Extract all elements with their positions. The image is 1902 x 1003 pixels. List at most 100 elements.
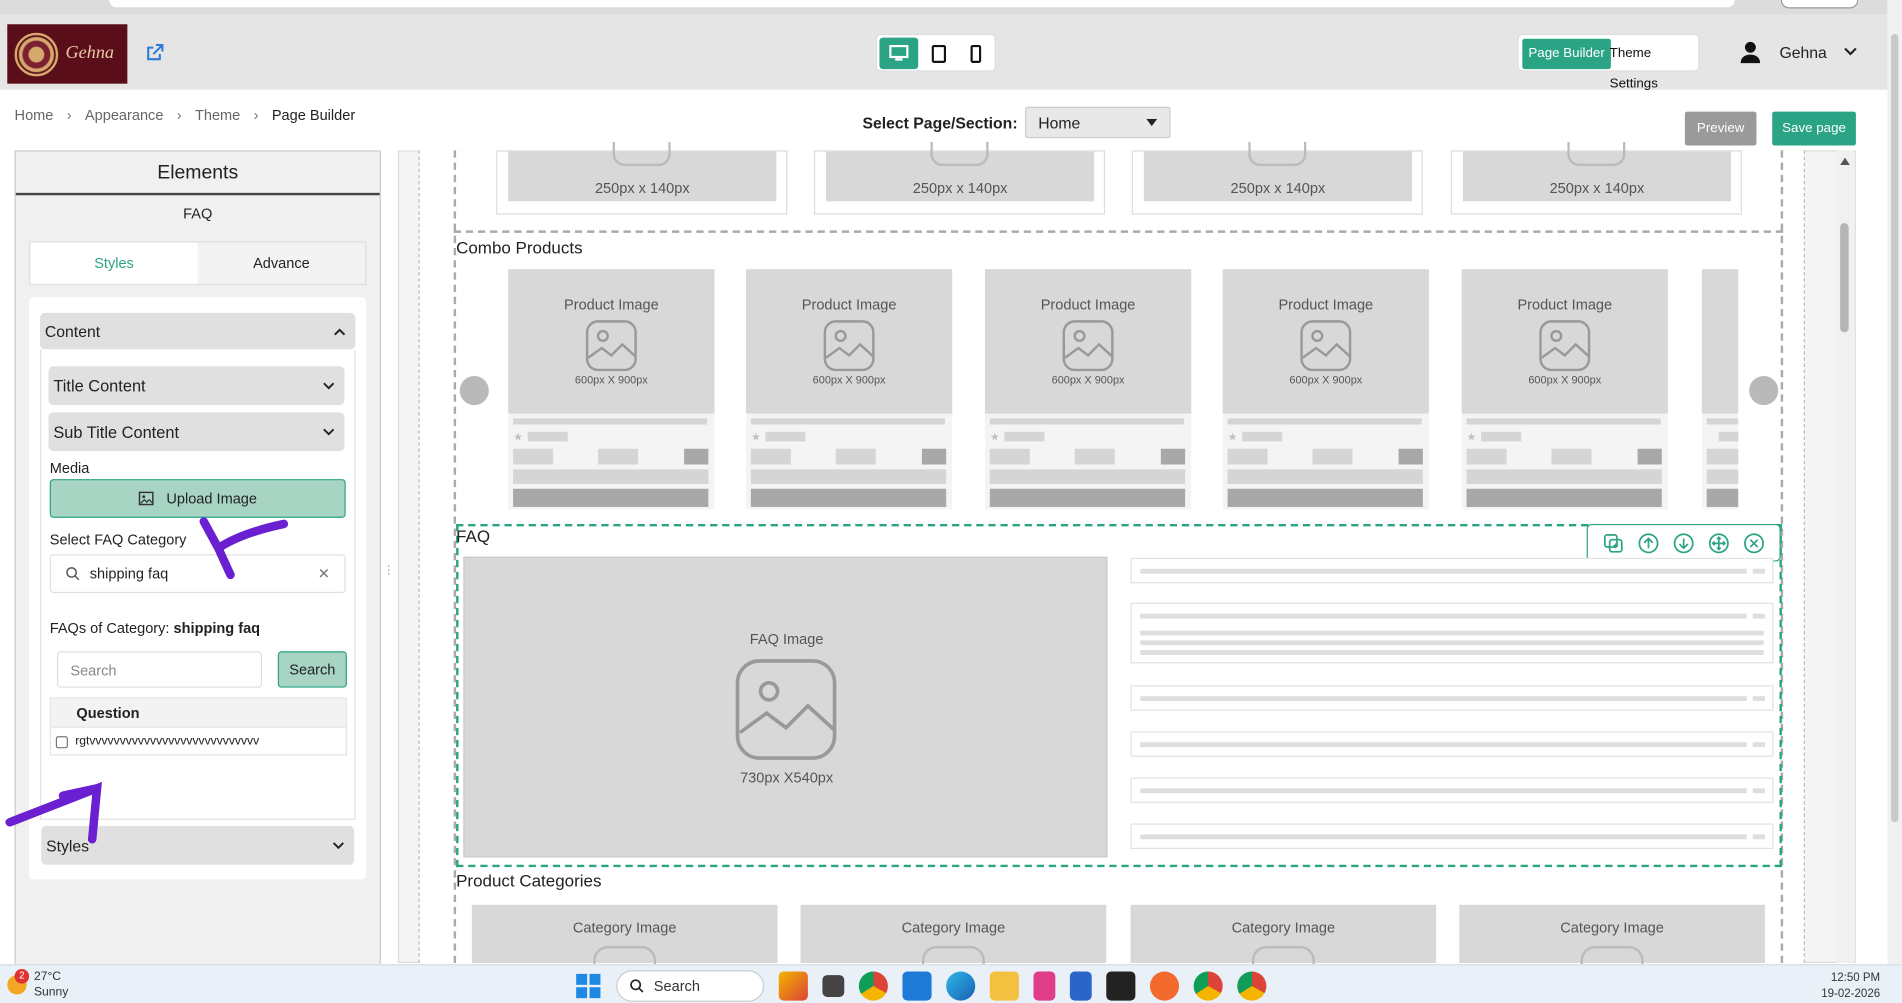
carousel-prev-button[interactable]	[459, 375, 489, 406]
vscode-icon[interactable]	[902, 971, 932, 1001]
mobile-icon	[969, 44, 981, 63]
breadcrumb-theme[interactable]: Theme	[195, 107, 240, 124]
widgets-icon[interactable]	[778, 971, 808, 1001]
product-card[interactable]: Product Image 600px X 900px ★	[1222, 269, 1429, 510]
banner-size-label: 250px x 140px	[594, 179, 690, 197]
faq-item-placeholder[interactable]	[1130, 823, 1774, 849]
skeleton-line	[1004, 431, 1045, 442]
windows-start-icon[interactable]	[575, 973, 602, 1000]
window-scrollbar[interactable]	[1887, 0, 1902, 965]
weather-widget[interactable]: 2 27°C Sunny	[7, 969, 68, 1001]
skeleton-button	[989, 488, 1186, 507]
skeleton-line	[750, 469, 947, 484]
tab-advance[interactable]: Advance	[198, 243, 365, 284]
drag-move-icon[interactable]	[1708, 532, 1730, 554]
product-card-partial	[1701, 269, 1739, 510]
faq-item-placeholder[interactable]	[1130, 557, 1774, 584]
question-text: rgtvvvvvvvvvvvvvvvvvvvvvvvvvvvv	[75, 734, 260, 749]
edge-icon[interactable]	[946, 971, 976, 1001]
mobile-view-button[interactable]	[956, 38, 995, 70]
chrome-icon[interactable]	[1193, 971, 1223, 1001]
chevron-down-icon	[1146, 118, 1158, 127]
preview-button[interactable]: Preview	[1684, 111, 1757, 146]
notepad-icon[interactable]	[1069, 971, 1092, 1001]
sub-title-content-accordion[interactable]: Sub Title Content	[48, 412, 345, 452]
clock-time: 12:50 PM	[1830, 971, 1881, 985]
skeleton-line	[989, 469, 1186, 484]
content-accordion[interactable]: Content	[40, 312, 356, 350]
file-explorer-icon[interactable]	[989, 971, 1019, 1001]
task-view-icon[interactable]	[822, 975, 845, 997]
page-select-dropdown[interactable]: Home	[1024, 106, 1171, 139]
brand-logo[interactable]: Gehna	[7, 24, 128, 84]
external-link-icon[interactable]	[144, 42, 165, 63]
terminal-icon[interactable]	[1106, 971, 1136, 1001]
system-clock[interactable]: 12:50 PM 19-02-2026	[1821, 970, 1880, 1002]
category-image-placeholder[interactable]: Category Image	[471, 904, 778, 971]
duplicate-icon[interactable]	[1602, 532, 1624, 554]
builder-mode-switcher: Page Builder Theme Settings	[1517, 33, 1700, 91]
clear-icon[interactable]: ✕	[318, 565, 330, 582]
canvas-scrollbar[interactable]	[1836, 150, 1854, 963]
image-icon	[1062, 320, 1114, 372]
chevron-up-icon	[334, 327, 346, 335]
desktop-view-button[interactable]	[879, 37, 919, 70]
skeleton-line	[835, 448, 876, 465]
theme-settings-button[interactable]: Theme Settings	[1610, 39, 1699, 91]
breadcrumb: Home › Appearance › Theme › Page Builder	[15, 107, 356, 124]
breadcrumb-home[interactable]: Home	[15, 107, 54, 124]
page-builder-button[interactable]: Page Builder	[1522, 38, 1611, 70]
title-content-accordion[interactable]: Title Content	[48, 366, 345, 406]
save-page-button[interactable]: Save page	[1772, 111, 1856, 146]
product-card[interactable]: Product Image 600px X 900px ★	[1461, 269, 1668, 510]
faq-category-select[interactable]: shipping faq ✕	[49, 554, 346, 594]
product-card[interactable]: Product Image 600px X 900px ★	[508, 269, 715, 510]
category-image-placeholder[interactable]: Category Image	[1459, 904, 1765, 971]
skeleton-badge	[1637, 448, 1662, 465]
skeleton-line	[1227, 469, 1423, 484]
breadcrumb-appearance[interactable]: Appearance	[85, 107, 164, 124]
browser-top-strip	[0, 0, 1902, 15]
tablet-view-button[interactable]	[919, 38, 958, 70]
question-checkbox[interactable]	[55, 735, 68, 748]
upload-image-button[interactable]: Upload Image	[49, 479, 346, 518]
banner-placeholder[interactable]: 250px x 140px	[496, 141, 788, 215]
user-menu[interactable]: Gehna	[1738, 39, 1859, 66]
faq-item-placeholder[interactable]	[1130, 685, 1774, 711]
faq-item-placeholder[interactable]	[1130, 777, 1774, 803]
close-icon[interactable]	[1744, 532, 1766, 554]
chrome-icon[interactable]	[858, 971, 888, 1001]
category-image-placeholder[interactable]: Category Image	[800, 904, 1107, 971]
tab-styles[interactable]: Styles	[30, 242, 198, 284]
snipping-tool-icon[interactable]	[1033, 971, 1056, 1001]
faq-item-placeholder[interactable]	[1130, 602, 1774, 664]
product-image-size: 600px X 900px	[1289, 373, 1363, 386]
taskbar-search[interactable]: Search	[616, 970, 765, 1002]
postman-icon[interactable]	[1149, 971, 1180, 1001]
search-icon	[66, 567, 80, 581]
monitor-icon	[889, 44, 909, 61]
product-card[interactable]: Product Image 600px X 900px ★	[746, 269, 953, 510]
faq-image-placeholder[interactable]: FAQ Image 730px X540px	[463, 556, 1108, 858]
banner-placeholder[interactable]: 250px x 140px	[1131, 141, 1423, 215]
banner-placeholder[interactable]: 250px x 140px	[813, 141, 1106, 215]
user-name: Gehna	[1779, 43, 1827, 62]
faq-item-placeholder[interactable]	[1130, 731, 1774, 757]
chrome-icon[interactable]	[1237, 971, 1267, 1001]
faq-search-input[interactable]: Search	[57, 651, 263, 688]
skeleton-badge	[1160, 448, 1186, 465]
move-up-icon[interactable]	[1637, 532, 1659, 554]
resize-handle-icon[interactable]: ⋮	[383, 564, 394, 581]
skeleton-badge	[921, 448, 947, 465]
styles-accordion[interactable]: Styles	[41, 825, 355, 865]
skeleton-line	[513, 469, 709, 484]
category-image-placeholder[interactable]: Category Image	[1130, 904, 1437, 971]
product-image-label: Product Image	[564, 295, 659, 313]
faq-search-button[interactable]: Search	[277, 651, 347, 688]
banner-placeholder[interactable]: 250px x 140px	[1450, 141, 1742, 215]
move-down-icon[interactable]	[1673, 532, 1695, 554]
product-card[interactable]: Product Image 600px X 900px ★	[984, 269, 1192, 510]
faq-image-size: 730px X540px	[740, 768, 834, 786]
carousel-next-button[interactable]	[1749, 375, 1779, 406]
product-image-placeholder: Product Image 600px X 900px	[1222, 269, 1429, 414]
